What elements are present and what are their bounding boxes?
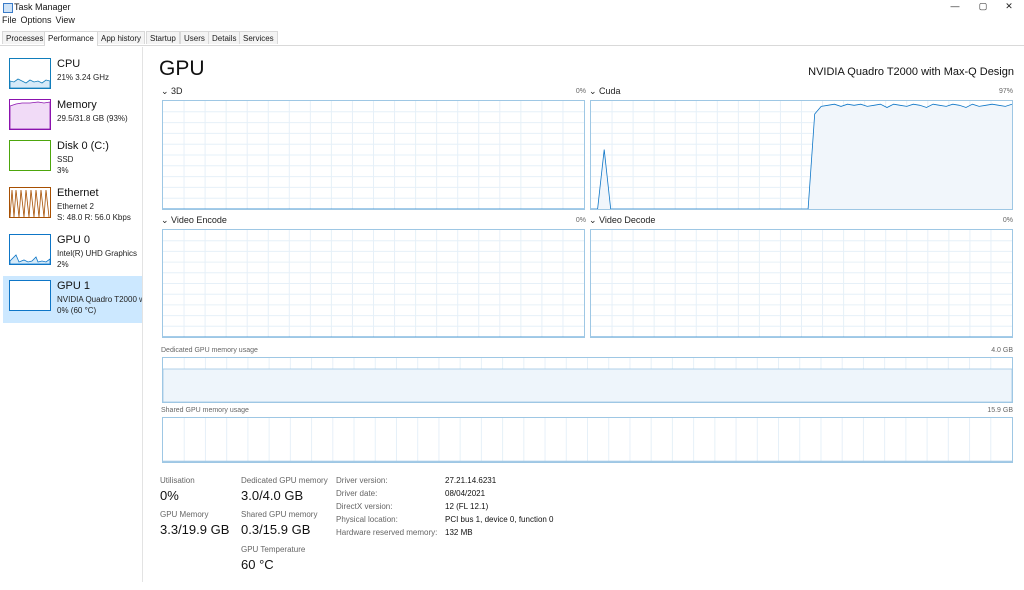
- gpu0-thumbnail-graph: [9, 234, 51, 265]
- dedicated-memory-label: Dedicated GPU memory usage: [161, 347, 258, 354]
- sidebar-item-usage: 0% (60 °C): [57, 306, 97, 315]
- sidebar-item-title: Disk 0 (C:): [57, 140, 109, 152]
- tab-app-history[interactable]: App history: [97, 31, 146, 44]
- gpu-temperature-label: GPU Temperature: [241, 545, 306, 554]
- window-title: Task Manager: [14, 2, 71, 12]
- engine-video-decode-graph: [590, 229, 1013, 338]
- engine-cuda-percent: 97%: [998, 88, 1013, 95]
- driver-date-value: 08/04/2021: [445, 489, 486, 498]
- sidebar-item-usage: 3%: [57, 166, 69, 175]
- sidebar-item-title: GPU 0: [57, 234, 91, 246]
- cpu-thumbnail-graph: [9, 58, 51, 89]
- sidebar-item-cpu[interactable]: CPU 21% 3.24 GHz: [3, 54, 142, 101]
- engine-3d-percent: 0%: [575, 88, 586, 95]
- memory-fill: [163, 368, 1012, 402]
- sidebar-item-throughput: S: 48.0 R: 56.0 Kbps: [57, 213, 131, 222]
- dedicated-gpu-memory-label: Dedicated GPU memory: [241, 476, 328, 485]
- tab-strip: Processes Performance App history Startu…: [0, 31, 1024, 46]
- engine-cuda-name: Cuda: [599, 86, 621, 96]
- engine-cuda-label[interactable]: ⌄ Cuda: [589, 86, 621, 97]
- sidebar-item-usage: 2%: [57, 260, 69, 269]
- menu-view[interactable]: View: [56, 15, 75, 25]
- engine-video-decode-name: Video Decode: [599, 215, 656, 225]
- sidebar-item-disk[interactable]: Disk 0 (C:) SSD 3%: [3, 136, 142, 183]
- menu-file[interactable]: File: [2, 15, 17, 25]
- sidebar-item-detail: 21% 3.24 GHz: [57, 73, 110, 82]
- sidebar-item-detail: Intel(R) UHD Graphics: [57, 249, 138, 258]
- memory-fill: [163, 460, 1012, 462]
- engine-video-encode-name: Video Encode: [171, 215, 227, 225]
- driver-date-label: Driver date:: [336, 489, 378, 498]
- engine-video-decode-percent: 0%: [1002, 217, 1013, 224]
- tab-services[interactable]: Services: [239, 31, 278, 44]
- shared-gpu-memory-label: Shared GPU memory: [241, 510, 318, 519]
- sidebar-item-detail: Ethernet 2: [57, 202, 94, 211]
- sidebar-item-gpu0[interactable]: GPU 0 Intel(R) UHD Graphics 2%: [3, 230, 142, 277]
- resource-sidebar: CPU 21% 3.24 GHz Memory 29.5/31.8 GB (93…: [0, 47, 143, 582]
- sidebar-item-detail: 29.5/31.8 GB (93%): [57, 114, 128, 123]
- driver-version-label: Driver version:: [336, 476, 388, 485]
- engine-3d-name: 3D: [171, 86, 183, 96]
- close-button[interactable]: ✕: [994, 0, 1024, 15]
- tab-processes[interactable]: Processes: [2, 31, 48, 44]
- gpu-memory-value: 3.3/19.9 GB: [160, 522, 230, 537]
- sidebar-item-ethernet[interactable]: Ethernet Ethernet 2 S: 48.0 R: 56.0 Kbps: [3, 183, 142, 230]
- gpu1-thumbnail-graph: [9, 280, 51, 311]
- physical-location-value: PCI bus 1, device 0, function 0: [445, 515, 554, 524]
- reserved-memory-label: Hardware reserved memory:: [336, 528, 438, 537]
- tab-startup[interactable]: Startup: [146, 31, 180, 44]
- reserved-memory-value: 132 MB: [445, 528, 473, 537]
- directx-version-label: DirectX version:: [336, 502, 393, 511]
- task-manager-icon: [3, 3, 13, 13]
- directx-version-value: 12 (FL 12.1): [445, 502, 489, 511]
- sidebar-item-title: Ethernet: [57, 187, 99, 199]
- shared-gpu-memory-value: 0.3/15.9 GB: [241, 522, 311, 537]
- gpu-memory-label: GPU Memory: [160, 510, 209, 519]
- sidebar-item-title: CPU: [57, 58, 81, 70]
- utilisation-value: 0%: [160, 488, 179, 503]
- sidebar-item-detail: NVIDIA Quadro T2000 with Max-Q Design: [57, 295, 142, 304]
- gpu-temperature-value: 60 °C: [241, 557, 274, 572]
- minimize-button[interactable]: —: [940, 0, 970, 15]
- dedicated-memory-max: 4.0 GB: [991, 347, 1013, 354]
- engine-3d-graph: [162, 100, 585, 210]
- shared-memory-max: 15.9 GB: [987, 407, 1013, 414]
- page-title: GPU: [159, 57, 205, 80]
- engine-video-encode-label[interactable]: ⌄ Video Encode: [161, 215, 227, 226]
- tab-performance[interactable]: Performance: [44, 31, 98, 46]
- utilisation-label: Utilisation: [160, 476, 195, 485]
- shared-memory-label: Shared GPU memory usage: [161, 407, 249, 414]
- dedicated-memory-graph: [162, 357, 1013, 403]
- menu-bar: File Options View: [0, 15, 77, 28]
- engine-cuda-graph: [590, 100, 1013, 210]
- engine-3d-label[interactable]: ⌄ 3D: [161, 86, 183, 97]
- sidebar-item-title: GPU 1: [57, 280, 91, 292]
- sidebar-item-detail: SSD: [57, 155, 74, 164]
- gpu-model-name: NVIDIA Quadro T2000 with Max-Q Design: [808, 66, 1014, 78]
- tab-details[interactable]: Details: [208, 31, 241, 44]
- tab-users[interactable]: Users: [180, 31, 209, 44]
- engine-video-encode-graph: [162, 229, 585, 338]
- ethernet-thumbnail-graph: [9, 187, 51, 218]
- disk-thumbnail-graph: [9, 140, 51, 171]
- physical-location-label: Physical location:: [336, 515, 398, 524]
- shared-memory-graph: [162, 417, 1013, 463]
- sidebar-item-memory[interactable]: Memory 29.5/31.8 GB (93%): [3, 95, 142, 142]
- title-bar: Task Manager — ▢ ✕: [0, 0, 1024, 15]
- engine-video-decode-label[interactable]: ⌄ Video Decode: [589, 215, 655, 226]
- engine-video-encode-percent: 0%: [575, 217, 586, 224]
- menu-options[interactable]: Options: [21, 15, 52, 25]
- sidebar-item-gpu1[interactable]: GPU 1 NVIDIA Quadro T2000 with Max-Q Des…: [3, 276, 142, 323]
- memory-thumbnail-graph: [9, 99, 51, 130]
- dedicated-gpu-memory-value: 3.0/4.0 GB: [241, 488, 304, 503]
- driver-version-value: 27.21.14.6231: [445, 476, 497, 485]
- sidebar-item-title: Memory: [57, 99, 97, 111]
